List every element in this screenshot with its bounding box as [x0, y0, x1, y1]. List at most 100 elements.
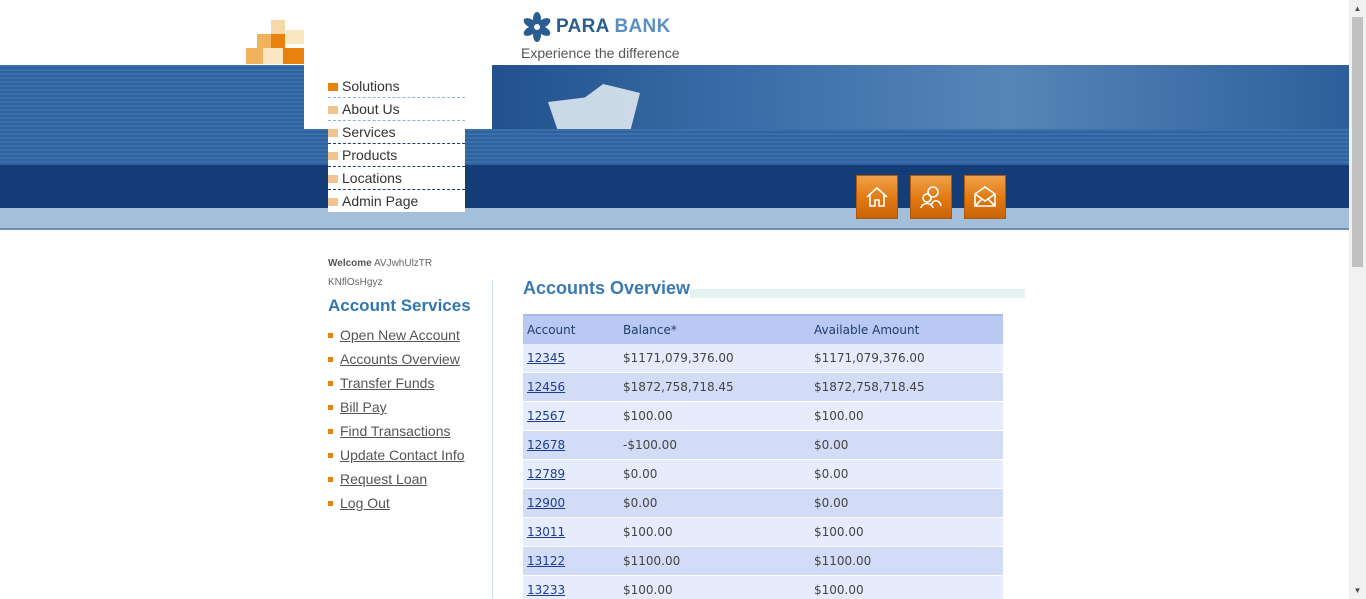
- brand-logo[interactable]: PARA BANK: [522, 12, 671, 42]
- bill-pay-link[interactable]: Bill Pay: [340, 399, 387, 415]
- available-amount-cell: $100.00: [810, 401, 1003, 431]
- menu-item-products[interactable]: Products: [328, 144, 465, 167]
- menu-item-label: Admin Page: [342, 193, 419, 209]
- account-number-link[interactable]: 13122: [527, 554, 565, 568]
- account-services-list: Open New Account Accounts Overview Trans…: [328, 323, 465, 515]
- list-item: Transfer Funds: [328, 371, 465, 395]
- scrollbar-thumb[interactable]: [1352, 17, 1363, 267]
- account-number-link[interactable]: 13011: [527, 525, 565, 539]
- balance-cell: $100.00: [619, 575, 810, 599]
- accounts-table-body: 12345 $1171,079,376.00 $1171,079,376.00 124…: [523, 344, 1003, 599]
- accounts-overview-link[interactable]: Accounts Overview: [340, 351, 460, 367]
- account-number-link[interactable]: 12789: [527, 467, 565, 481]
- banner-stripe: [0, 208, 1349, 230]
- account-number-link[interactable]: 12345: [527, 351, 565, 365]
- account-cell: 12900: [523, 488, 619, 518]
- available-amount-cell: $1872,758,718.45: [810, 372, 1003, 402]
- available-amount-cell: $1100.00: [810, 546, 1003, 576]
- bullet-icon: [328, 453, 333, 458]
- account-cell: 13011: [523, 517, 619, 547]
- accounts-table: Account Balance* Available Amount 12345 $…: [523, 314, 1003, 599]
- list-item: Update Contact Info: [328, 443, 465, 467]
- balance-cell: $0.00: [619, 459, 810, 489]
- menu-item-admin-page[interactable]: Admin Page: [328, 190, 465, 212]
- menu-item-about-us[interactable]: About Us: [328, 98, 465, 121]
- menu-item-label: About Us: [342, 101, 400, 117]
- table-row: 13122 $1100.00 $1100.00: [523, 546, 1003, 576]
- table-row: 12567 $100.00 $100.00: [523, 401, 1003, 431]
- home-button[interactable]: [856, 175, 898, 219]
- menu-bullet-icon: [328, 83, 338, 91]
- column-header-available: Available Amount: [810, 314, 1003, 344]
- menu-bullet-icon: [328, 152, 338, 160]
- page-title: Accounts Overview: [523, 278, 691, 298]
- account-number-link[interactable]: 12900: [527, 496, 565, 510]
- brand-name: PARA BANK: [556, 16, 671, 37]
- account-number-link[interactable]: 12567: [527, 409, 565, 423]
- account-number-link[interactable]: 13233: [527, 583, 565, 597]
- welcome-label: Welcome: [328, 258, 372, 269]
- account-cell: 13233: [523, 575, 619, 599]
- menu-bullet-icon: [328, 198, 338, 206]
- available-amount-cell: $0.00: [810, 488, 1003, 518]
- header: PARA BANK Experience the difference: [0, 0, 1349, 65]
- account-number-link[interactable]: 12678: [527, 438, 565, 452]
- contact-button[interactable]: [964, 175, 1006, 219]
- account-cell: 12678: [523, 430, 619, 460]
- tagline: Experience the difference: [521, 45, 680, 61]
- scroll-down-icon[interactable]: ▼: [1349, 582, 1366, 599]
- menu-item-locations[interactable]: Locations: [328, 167, 465, 190]
- account-cell: 13122: [523, 546, 619, 576]
- table-row: 12789 $0.00 $0.00: [523, 459, 1003, 489]
- menu-item-services[interactable]: Services: [328, 121, 465, 144]
- banner-band: [0, 165, 1349, 208]
- menu-item-label: Solutions: [342, 78, 400, 94]
- bullet-icon: [328, 405, 333, 410]
- title-underline: [690, 289, 1025, 298]
- welcome-first-name: AVJwhUlzTR: [373, 258, 433, 269]
- column-divider: [492, 280, 493, 599]
- available-amount-cell: $1171,079,376.00: [810, 344, 1003, 373]
- about-button[interactable]: [910, 175, 952, 219]
- menu-bullet-icon: [328, 129, 338, 137]
- table-row: 12678 -$100.00 $0.00: [523, 430, 1003, 460]
- column-header-balance: Balance*: [619, 314, 810, 344]
- table-row: 12900 $0.00 $0.00: [523, 488, 1003, 518]
- menu-item-solutions[interactable]: Solutions: [328, 75, 465, 98]
- balance-cell: $1171,079,376.00: [619, 344, 810, 373]
- account-number-link[interactable]: 12456: [527, 380, 565, 394]
- log-out-link[interactable]: Log Out: [340, 495, 390, 511]
- account-cell: 12789: [523, 459, 619, 489]
- table-header-row: Account Balance* Available Amount: [523, 314, 1003, 344]
- bullet-icon: [328, 429, 333, 434]
- list-item: Accounts Overview: [328, 347, 465, 371]
- find-transactions-link[interactable]: Find Transactions: [340, 423, 451, 439]
- welcome-message: Welcome AVJwhUlzTR KNflOsHgyz: [328, 254, 488, 292]
- balance-cell: $0.00: [619, 488, 810, 518]
- main-menu: Solutions About Us Services Products Loc…: [328, 75, 465, 212]
- table-row: 12456 $1872,758,718.45 $1872,758,718.45: [523, 372, 1003, 402]
- about-icon: [920, 186, 942, 209]
- account-cell: 12456: [523, 372, 619, 402]
- parabank-logo-icon: [523, 12, 551, 42]
- transfer-funds-link[interactable]: Transfer Funds: [340, 375, 434, 391]
- balance-cell: $1872,758,718.45: [619, 372, 810, 402]
- bullet-icon: [328, 381, 333, 386]
- account-cell: 12567: [523, 401, 619, 431]
- page: PARA BANK Experience the difference Solu…: [0, 0, 1349, 599]
- bullet-icon: [328, 477, 333, 482]
- available-amount-cell: $0.00: [810, 430, 1003, 460]
- vertical-scrollbar[interactable]: ▲ ▼: [1349, 0, 1366, 599]
- welcome-last-name: KNflOsHgyz: [328, 277, 383, 288]
- open-new-account-link[interactable]: Open New Account: [340, 327, 460, 343]
- account-cell: 12345: [523, 344, 619, 373]
- available-amount-cell: $0.00: [810, 459, 1003, 489]
- menu-item-label: Services: [342, 124, 396, 140]
- update-contact-info-link[interactable]: Update Contact Info: [340, 447, 465, 463]
- balance-cell: $1100.00: [619, 546, 810, 576]
- menu-item-label: Products: [342, 147, 398, 163]
- menu-item-label: Locations: [342, 170, 402, 186]
- scroll-up-icon[interactable]: ▲: [1349, 0, 1366, 17]
- bullet-icon: [328, 357, 333, 362]
- request-loan-link[interactable]: Request Loan: [340, 471, 427, 487]
